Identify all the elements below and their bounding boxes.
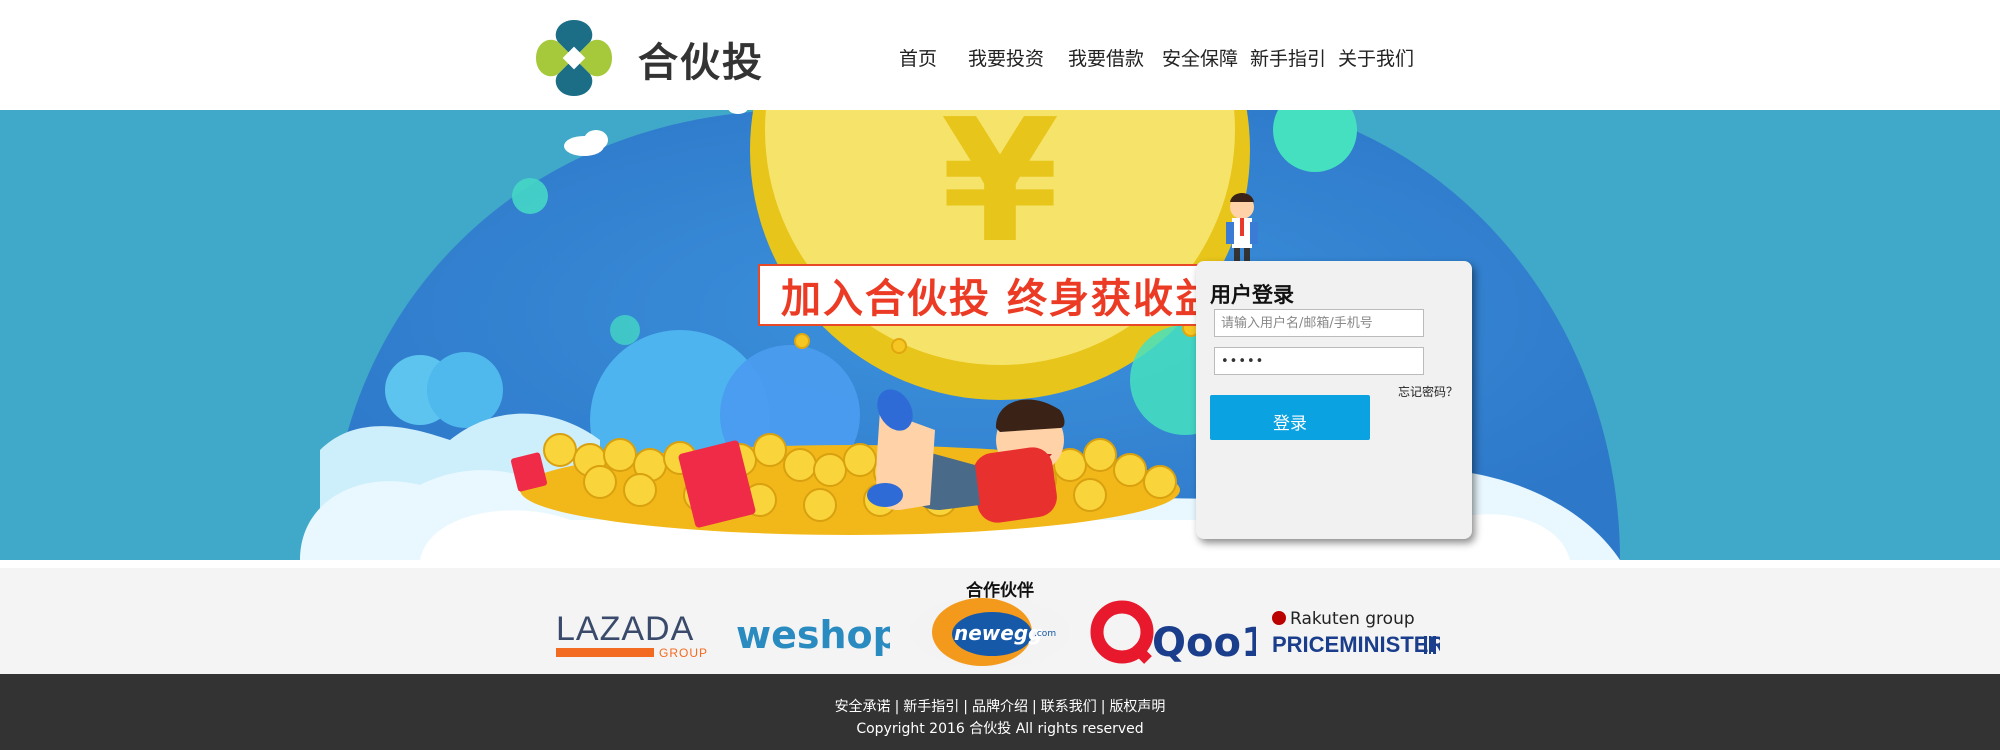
partner-lazada-sub: GROUP xyxy=(659,646,708,660)
footer-separator: | xyxy=(1032,699,1037,715)
main-nav: 首页 我要投资 我要借款 安全保障 新手指引 关于我们 xyxy=(880,44,1420,71)
slogan-text: 加入合伙投 终身获收益 xyxy=(781,275,1217,322)
banner-slogan: 加入合伙投 终身获收益 xyxy=(758,264,1240,326)
partner-weshop-name: weshop xyxy=(736,613,890,657)
partner-lazada[interactable]: LAZADA GROUP xyxy=(556,598,712,674)
footer-link-promise[interactable]: 安全承诺 xyxy=(835,699,891,715)
logo-icon[interactable] xyxy=(532,16,616,100)
site-footer: 安全承诺 | 新手指引 | 品牌介绍 | 联系我们 | 版权声明 Copyright 2016 … xyxy=(0,674,2000,750)
nav-guide[interactable]: 新手指引 xyxy=(1244,44,1332,71)
partner-rakuten-name: Rakuten group xyxy=(1290,609,1415,629)
login-title: 用户登录 xyxy=(1210,283,1294,307)
qoo10-logo-icon: Qoo10 xyxy=(1090,600,1297,666)
forgot-password-link[interactable]: 忘记密码？ xyxy=(1398,383,1458,400)
weshop-logo-icon: weshop xyxy=(736,613,900,657)
hero-banner: ¥ 加入合伙投 终身获收益 用户登录 请输入用户名/邮箱/手机号 ••••• 忘… xyxy=(0,110,2000,560)
logo-text[interactable]: 合伙投 xyxy=(638,30,764,88)
partner-newegg-sub: .com xyxy=(1034,629,1056,639)
partner-qoo10[interactable]: Qoo10 xyxy=(1090,598,1297,674)
newegg-logo-icon: newegg .com xyxy=(910,596,1070,668)
partner-lazada-name: LAZADA xyxy=(556,610,694,648)
footer-link-contact[interactable]: 联系我们 xyxy=(1041,699,1097,715)
partner-qoo10-name: Qoo10 xyxy=(1152,620,1256,666)
partner-priceminister-name: PRICEMINISTER xyxy=(1272,632,1440,657)
nav-security[interactable]: 安全保障 xyxy=(1156,44,1244,71)
svg-text:¥: ¥ xyxy=(941,110,1059,281)
nav-invest[interactable]: 我要投资 xyxy=(956,44,1056,71)
copyright-text: Copyright 2016 合伙投 All rights reserved xyxy=(856,721,1144,737)
nav-home[interactable]: 首页 xyxy=(880,44,956,71)
password-input[interactable] xyxy=(1214,347,1424,375)
login-button[interactable]: 登录 xyxy=(1210,395,1370,440)
footer-link-copyright[interactable]: 版权声明 xyxy=(1109,699,1165,715)
username-input[interactable] xyxy=(1214,309,1424,337)
banner-illustration: ¥ xyxy=(0,110,2000,560)
footer-link-brand[interactable]: 品牌介绍 xyxy=(972,699,1028,715)
rakuten-logo-icon: Rakuten group PRICEMINISTER xyxy=(1272,609,1444,657)
partner-priceminister[interactable]: Rakuten group PRICEMINISTER xyxy=(1270,598,1444,674)
footer-separator: | xyxy=(894,699,900,715)
footer-separator: | xyxy=(963,699,968,715)
site-header: 合伙投 首页 我要投资 我要借款 安全保障 新手指引 关于我们 xyxy=(0,0,2000,110)
footer-link-guide[interactable]: 新手指引 xyxy=(903,699,959,715)
nav-about[interactable]: 关于我们 xyxy=(1332,44,1420,71)
nav-borrow[interactable]: 我要借款 xyxy=(1056,44,1156,71)
partner-weshop[interactable]: weshop xyxy=(734,598,900,674)
footer-links: 安全承诺 | 新手指引 | 品牌介绍 | 联系我们 | 版权声明 xyxy=(0,696,2000,716)
partner-newegg-name: newegg xyxy=(954,621,1042,645)
login-panel: 用户登录 忘记密码？ 登录 xyxy=(1196,261,1472,539)
lazada-logo-icon: LAZADA GROUP xyxy=(556,610,708,660)
partner-newegg[interactable]: newegg .com xyxy=(910,596,1076,674)
partners-section: 合作伙伴 LAZADA GROUP weshop newegg .com Qoo… xyxy=(0,568,2000,674)
footer-separator: | xyxy=(1100,699,1106,715)
